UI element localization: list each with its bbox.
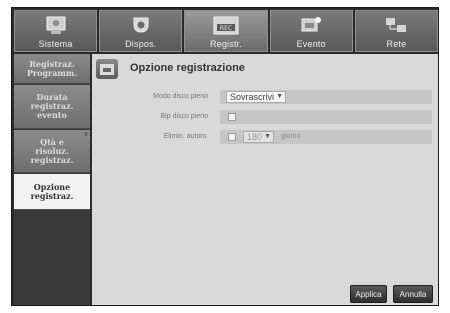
auto-delete-days-select[interactable]: 180 ▼ bbox=[243, 131, 274, 143]
camera-icon bbox=[133, 17, 149, 33]
disk-full-mode-label: Modo disco pieno bbox=[153, 93, 208, 100]
auto-delete-label: Elimin. autom. bbox=[163, 133, 208, 140]
auto-delete-bar: 180 ▼ giorno bbox=[220, 130, 432, 144]
auto-delete-days-value: 180 bbox=[247, 132, 263, 142]
row-auto-delete: Elimin. autom. 180 ▼ giorno bbox=[98, 130, 436, 144]
sidebar-item-label: Opzione registraz. bbox=[30, 181, 74, 201]
sidebar-item-label: Registraz. Programm. bbox=[26, 58, 78, 78]
page-title: Opzione registrazione bbox=[130, 62, 245, 74]
tab-label: Rete bbox=[386, 39, 407, 49]
tab-dispositivi[interactable]: Dispos. bbox=[99, 10, 183, 52]
tab-sistema[interactable]: Sistema bbox=[14, 10, 98, 52]
chevron-down-icon: ▼ bbox=[276, 93, 283, 100]
sidebar-item-label: Qtà e risoluz. registraz. bbox=[30, 136, 74, 165]
tab-rete[interactable]: Rete bbox=[354, 10, 439, 52]
sidebar-item-opzione-registrazione[interactable]: Opzione registraz. bbox=[14, 174, 90, 210]
cancel-button[interactable]: Annulla bbox=[393, 285, 433, 303]
sidebar-item-registrazione-programmata[interactable]: Registraz. Programm. bbox=[14, 54, 90, 84]
dvr-menu-window: Sistema Dispos. REC Registr. Evento Rete… bbox=[11, 7, 439, 306]
disk-full-beep-label: Bip disco pieno bbox=[160, 113, 208, 120]
event-icon bbox=[301, 17, 322, 32]
disk-full-mode-value: Sovrascrivi bbox=[230, 92, 275, 102]
tab-label: Sistema bbox=[38, 39, 73, 49]
disk-full-beep-bar bbox=[220, 110, 432, 124]
row-disk-full-beep: Bip disco pieno bbox=[98, 110, 436, 124]
close-mark: x bbox=[83, 130, 88, 138]
network-icon bbox=[386, 18, 407, 32]
main-tab-bar: Sistema Dispos. REC Registr. Evento Rete bbox=[14, 10, 439, 52]
apply-button[interactable]: Applica bbox=[350, 285, 387, 303]
sidebar-menu: Registraz. Programm. Durata registraz. e… bbox=[14, 54, 90, 305]
tab-label: Evento bbox=[296, 39, 326, 49]
tab-label: Registr. bbox=[209, 39, 243, 49]
svg-text:REC: REC bbox=[220, 25, 232, 32]
main-content-panel: Opzione registrazione Modo disco pieno S… bbox=[92, 54, 438, 305]
sidebar-item-durata-registrazione-evento[interactable]: Durata registraz. evento bbox=[14, 85, 90, 129]
disk-full-beep-checkbox[interactable] bbox=[228, 113, 236, 121]
sidebar-item-qta-risoluzione-registrazione[interactable]: x Qtà e risoluz. registraz. bbox=[14, 130, 90, 173]
system-monitor-icon bbox=[46, 16, 66, 34]
disk-full-mode-select[interactable]: Sovrascrivi ▼ bbox=[226, 91, 286, 103]
rec-icon: REC bbox=[213, 16, 239, 35]
tab-registrazione[interactable]: REC Registr. bbox=[184, 10, 268, 52]
auto-delete-checkbox[interactable] bbox=[228, 133, 236, 141]
rec-option-icon bbox=[96, 59, 118, 79]
sidebar-item-label: Durata registraz. evento bbox=[30, 92, 74, 120]
disk-full-mode-bar: Sovrascrivi ▼ bbox=[220, 90, 432, 104]
tab-evento[interactable]: Evento bbox=[269, 10, 353, 52]
auto-delete-unit: giorno bbox=[281, 133, 301, 140]
row-disk-full-mode: Modo disco pieno Sovrascrivi ▼ bbox=[98, 90, 436, 104]
chevron-down-icon: ▼ bbox=[264, 133, 271, 140]
tab-label: Dispos. bbox=[125, 39, 157, 49]
